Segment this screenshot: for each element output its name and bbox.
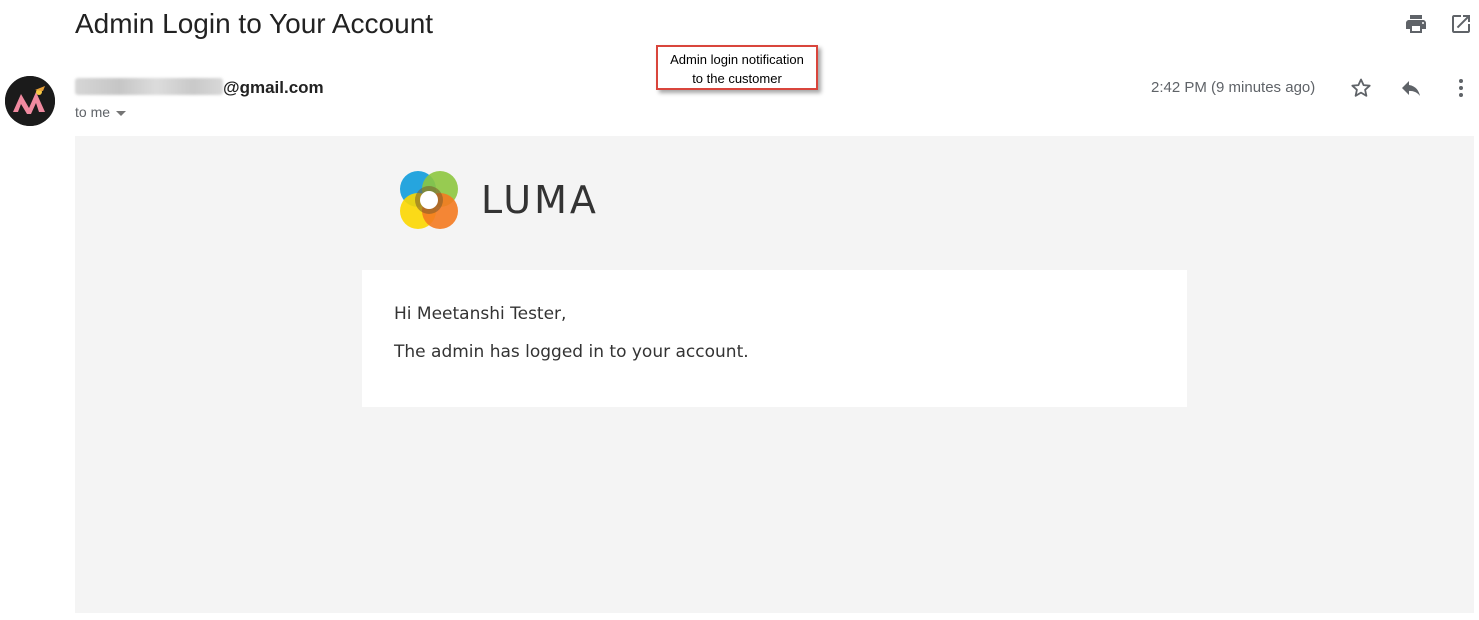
print-icon[interactable] xyxy=(1404,12,1428,36)
email-timestamp: 2:42 PM (9 minutes ago) xyxy=(1151,79,1316,96)
recipient-dropdown[interactable]: to me xyxy=(75,104,127,120)
message-greeting: Hi Meetanshi Tester, xyxy=(394,304,567,324)
brand-header: LUMA xyxy=(395,166,599,234)
sender-avatar[interactable] xyxy=(5,76,55,126)
open-in-new-window-icon[interactable] xyxy=(1449,12,1473,36)
annotation-callout: Admin login notification to the customer xyxy=(656,45,818,90)
message-text: The admin has logged in to your account. xyxy=(394,342,749,362)
annotation-line-1: Admin login notification xyxy=(670,52,804,67)
luma-logo-icon xyxy=(400,171,458,229)
sender-domain: @gmail.com xyxy=(223,78,324,97)
message-card: Hi Meetanshi Tester, The admin has logge… xyxy=(362,270,1187,407)
more-options-icon[interactable] xyxy=(1449,76,1473,100)
reply-icon[interactable] xyxy=(1399,76,1423,100)
star-icon[interactable] xyxy=(1349,76,1373,100)
annotation-line-2: to the customer xyxy=(692,71,782,86)
brand-name: LUMA xyxy=(481,178,599,222)
avatar-logo-icon xyxy=(5,76,55,126)
sender-address[interactable]: @gmail.com xyxy=(75,78,324,100)
sender-name-redacted xyxy=(75,78,223,95)
email-body: LUMA Hi Meetanshi Tester, The admin has … xyxy=(75,136,1474,613)
email-view: Admin Login to Your Account Admin login … xyxy=(0,0,1479,620)
chevron-down-icon[interactable] xyxy=(116,110,127,116)
email-subject: Admin Login to Your Account xyxy=(75,8,434,39)
recipient-label: to me xyxy=(75,104,111,120)
